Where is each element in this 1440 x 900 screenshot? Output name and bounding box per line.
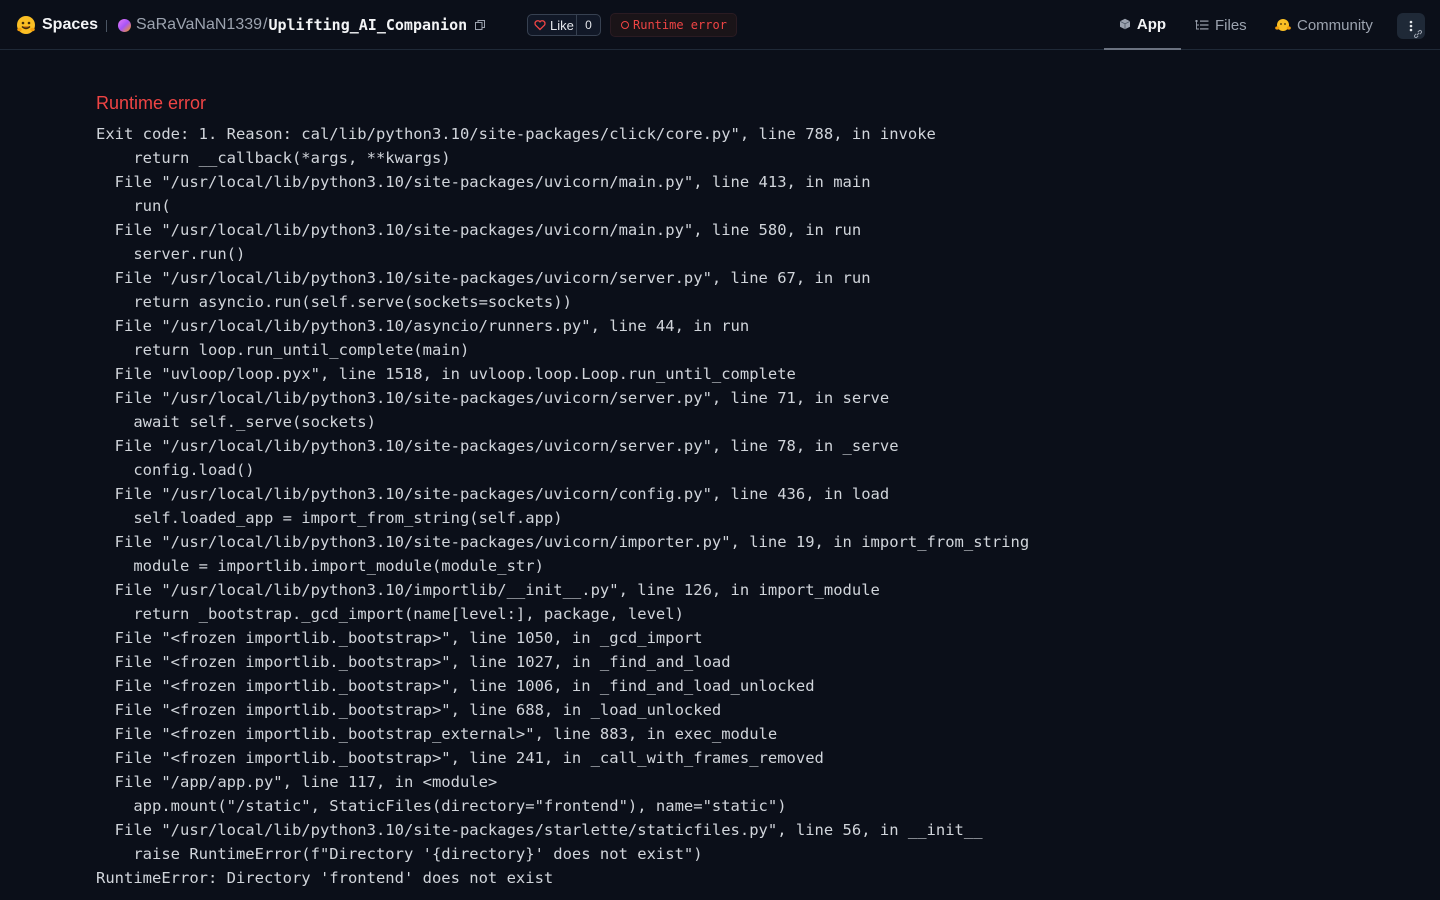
- tab-files[interactable]: Files: [1195, 0, 1247, 50]
- log-line: File "uvloop/loop.pyx", line 1518, in uv…: [96, 365, 796, 383]
- log-line: Exit code: 1. Reason: cal/lib/python3.10…: [96, 125, 936, 143]
- log-line: self.loaded_app = import_from_string(sel…: [96, 509, 563, 527]
- log-line: raise RuntimeError(f"Directory '{directo…: [96, 845, 703, 863]
- log-line: return __callback(*args, **kwargs): [96, 149, 451, 167]
- breadcrumb-separator: /: [263, 16, 268, 33]
- repo-name-link[interactable]: Uplifting_AI_Companion: [268, 16, 467, 34]
- hugging-face-logo-icon: [17, 16, 35, 34]
- brand-label: Spaces: [42, 16, 99, 33]
- log-line: File "/usr/local/lib/python3.10/site-pac…: [96, 389, 890, 407]
- tab-label: Community: [1297, 16, 1373, 34]
- status-dot-icon: [621, 21, 629, 29]
- log-line: File "/usr/local/lib/python3.10/site-pac…: [96, 485, 890, 503]
- log-line: module = importlib.import_module(module_…: [96, 557, 544, 575]
- log-line: return loop.run_until_complete(main): [96, 341, 470, 359]
- log-line: config.load(): [96, 461, 255, 479]
- link-icon: [1413, 29, 1423, 39]
- community-icon: [1275, 19, 1291, 31]
- log-line: File "/usr/local/lib/python3.10/site-pac…: [96, 269, 871, 287]
- spaces-home-link[interactable]: Spaces: [16, 13, 98, 37]
- owner-link[interactable]: SaRaVaNaN1339: [136, 16, 262, 34]
- log-line: File "/usr/local/lib/python3.10/asyncio/…: [96, 317, 750, 335]
- log-line: File "/usr/local/lib/python3.10/site-pac…: [96, 221, 862, 239]
- log-line: File "<frozen importlib._bootstrap>", li…: [96, 653, 731, 671]
- log-line: app.mount("/static", StaticFiles(directo…: [96, 797, 787, 815]
- log-line: File "<frozen importlib._bootstrap>", li…: [96, 677, 815, 695]
- copy-icon[interactable]: [475, 20, 486, 30]
- log-line: File "/usr/local/lib/python3.10/site-pac…: [96, 821, 983, 839]
- error-log: Exit code: 1. Reason: cal/lib/python3.10…: [96, 122, 1029, 890]
- divider: [106, 20, 107, 32]
- log-line: return asyncio.run(self.serve(sockets=so…: [96, 293, 572, 311]
- avatar: [118, 18, 131, 32]
- status-badge[interactable]: Runtime error: [610, 13, 737, 37]
- log-line: File "<frozen importlib._bootstrap_exter…: [96, 725, 778, 743]
- log-line: File "<frozen importlib._bootstrap>", li…: [96, 749, 824, 767]
- log-line: File "/usr/local/lib/python3.10/site-pac…: [96, 173, 871, 191]
- log-line: File "/usr/local/lib/python3.10/site-pac…: [96, 437, 899, 455]
- log-line: return _bootstrap._gcd_import(name[level…: [96, 605, 684, 623]
- like-button[interactable]: Like: [528, 15, 577, 35]
- heart-icon: [534, 20, 546, 31]
- log-line: File "/usr/local/lib/python3.10/site-pac…: [96, 533, 1030, 551]
- log-line: server.run(): [96, 245, 246, 263]
- top-navigation-bar: Spaces SaRaVaNaN1339 / Uplifting_AI_Comp…: [0, 0, 1440, 50]
- tab-label: Files: [1215, 16, 1247, 34]
- log-line: await self._serve(sockets): [96, 413, 376, 431]
- status-label: Runtime error: [633, 18, 727, 32]
- tab-app[interactable]: App: [1104, 0, 1181, 50]
- like-count[interactable]: 0: [577, 18, 600, 32]
- log-line: File "<frozen importlib._bootstrap>", li…: [96, 629, 703, 647]
- log-line: run(: [96, 197, 171, 215]
- cube-icon: [1119, 18, 1131, 30]
- breadcrumb: SaRaVaNaN1339 / Uplifting_AI_Companion: [118, 13, 486, 37]
- like-label: Like: [550, 17, 574, 33]
- log-line: File "/usr/local/lib/python3.10/importli…: [96, 581, 880, 599]
- error-title: Runtime error: [96, 93, 207, 113]
- tab-community[interactable]: Community: [1275, 0, 1373, 50]
- log-line: RuntimeError: Directory 'frontend' does …: [96, 869, 554, 887]
- like-widget: Like 0: [527, 14, 601, 36]
- file-tree-icon: [1195, 20, 1209, 30]
- log-line: File "/app/app.py", line 117, in <module…: [96, 773, 498, 791]
- log-line: File "<frozen importlib._bootstrap>", li…: [96, 701, 722, 719]
- tab-label: App: [1136, 15, 1167, 33]
